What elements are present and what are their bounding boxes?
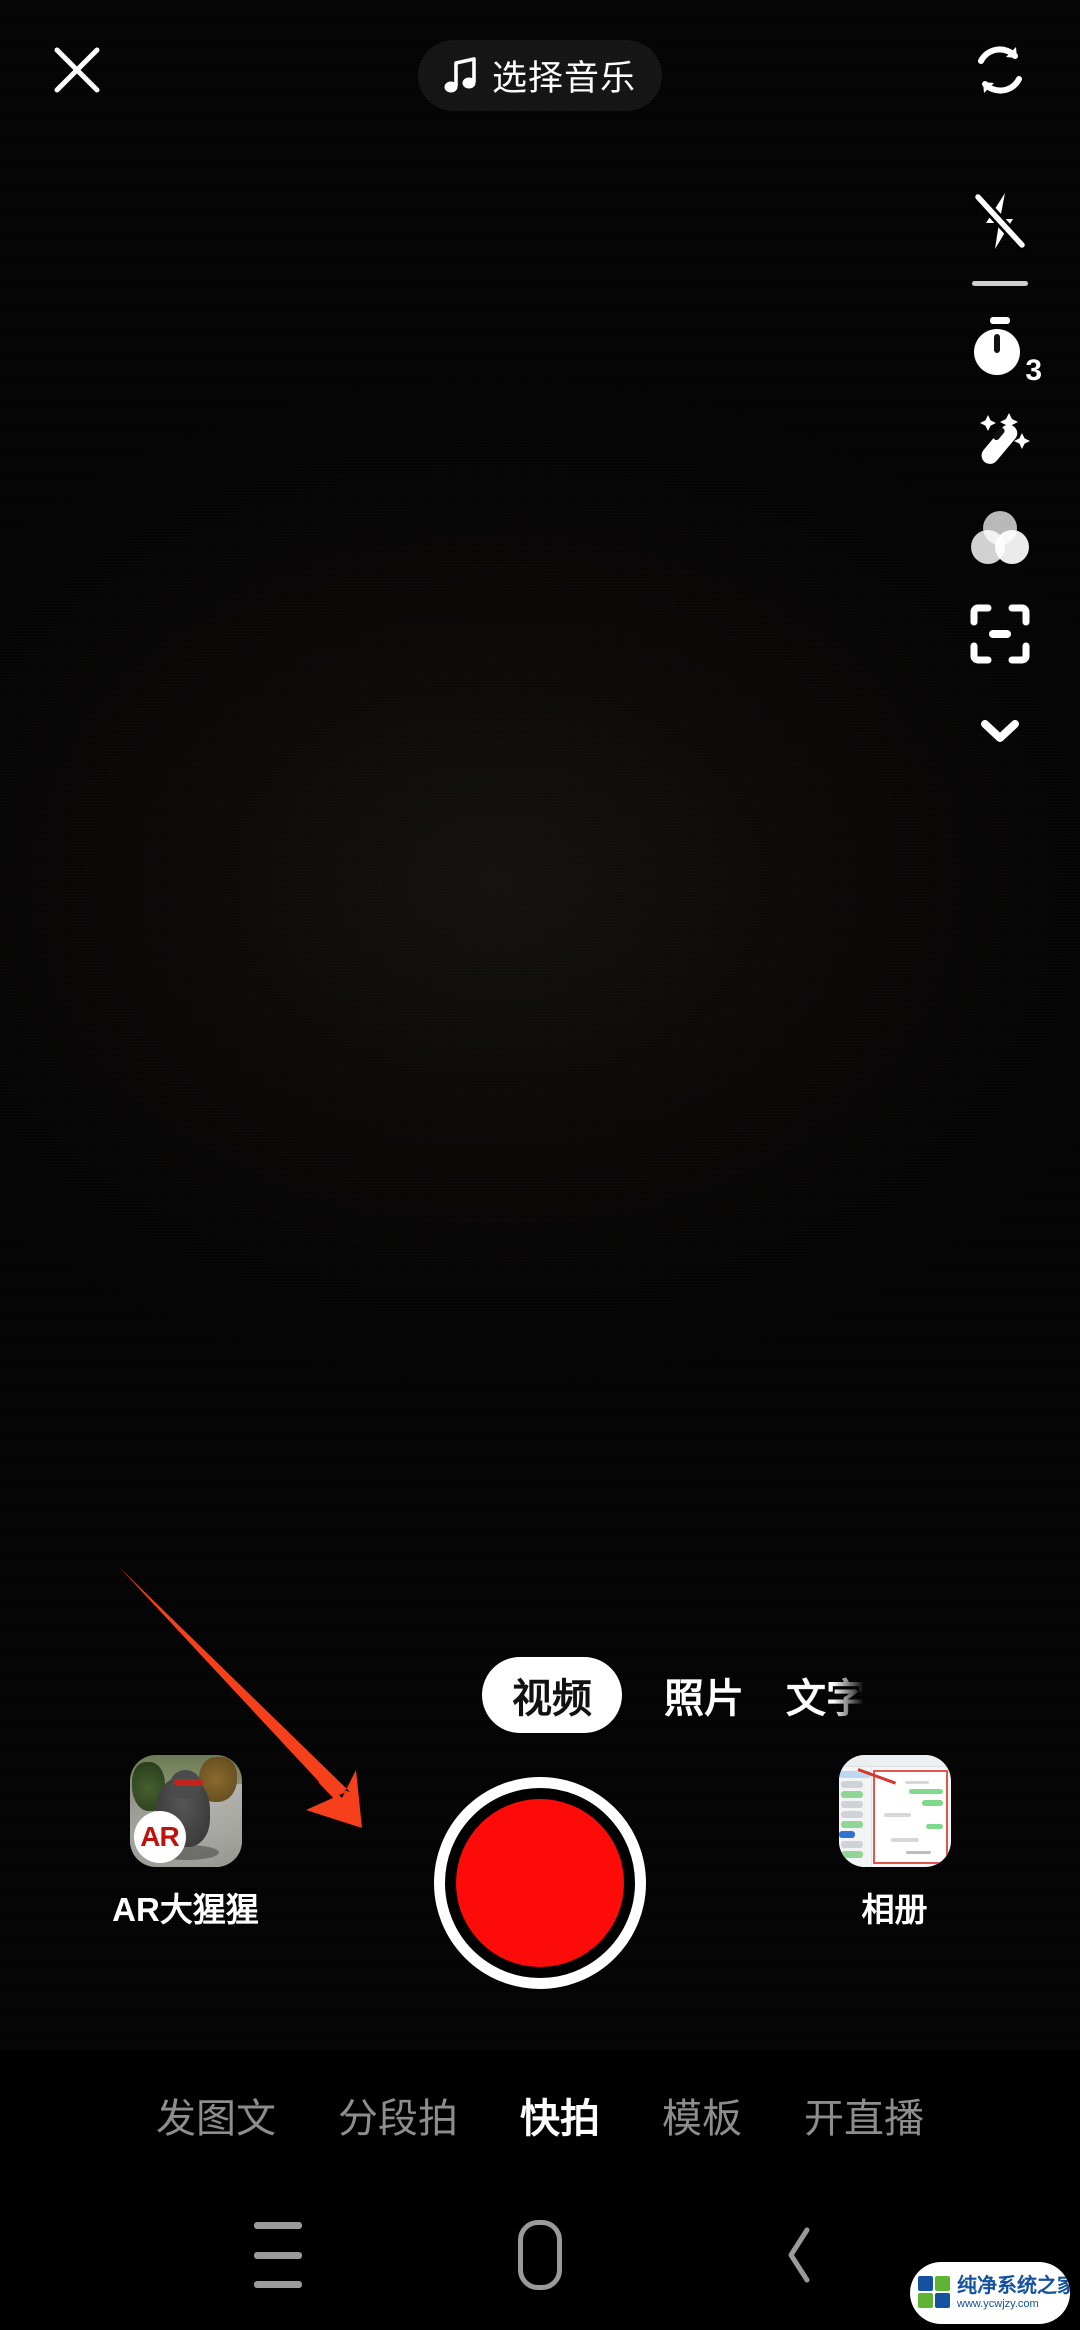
bottom-tab-bar: 发图文 分段拍 快拍 模板 开直播 bbox=[0, 2050, 1080, 2180]
bottom-tab-live[interactable]: 开直播 bbox=[804, 2086, 924, 2144]
beauty-button[interactable] bbox=[954, 396, 1046, 488]
bottom-tab-template[interactable]: 模板 bbox=[662, 2086, 742, 2144]
thumb-sunglasses bbox=[174, 1778, 204, 1787]
thumb-list-row bbox=[841, 1801, 863, 1809]
camera-preview[interactable] bbox=[0, 0, 1080, 2050]
mode-tab-photo[interactable]: 照片 bbox=[664, 1666, 744, 1724]
logo-square-1 bbox=[918, 2276, 933, 2291]
thumb-list-row bbox=[838, 1831, 856, 1839]
mode-switcher: 视频 照片 文字 bbox=[0, 1650, 1080, 1740]
timer-badge: 3 bbox=[1025, 354, 1042, 387]
menu-bar-2 bbox=[254, 2251, 302, 2259]
filter-button[interactable] bbox=[954, 492, 1046, 584]
logo-square-2 bbox=[935, 2276, 950, 2291]
thumb-chat-bubble bbox=[922, 1800, 944, 1806]
timer-icon bbox=[974, 317, 1020, 375]
top-bar: 选择音乐 bbox=[0, 0, 1080, 135]
thumb-chat-bubble bbox=[909, 1788, 944, 1795]
watermark-logo-icon bbox=[918, 2276, 952, 2310]
watermark-url: www.ycwjzy.com bbox=[957, 2298, 1039, 2310]
thumb-list-row bbox=[841, 1811, 863, 1819]
thumb-app-topbar bbox=[838, 1755, 951, 1768]
menu-bar-3 bbox=[254, 2281, 302, 2288]
select-music-label: 选择音乐 bbox=[491, 59, 637, 98]
mode-tab-video[interactable]: 视频 bbox=[482, 1657, 622, 1733]
album-button[interactable]: 相册 bbox=[802, 1755, 987, 1931]
thumb-chat-pane bbox=[873, 1769, 949, 1864]
watermark-title: 纯净系统之家 bbox=[957, 2275, 1070, 2297]
thumb-list-row bbox=[841, 1841, 863, 1849]
bottom-tab-post[interactable]: 发图文 bbox=[156, 2086, 276, 2144]
bottom-tab-segment[interactable]: 分段拍 bbox=[338, 2086, 458, 2144]
back-button[interactable] bbox=[770, 2220, 830, 2290]
select-music-button[interactable]: 选择音乐 bbox=[417, 40, 663, 111]
site-watermark: 纯净系统之家 www.ycwjzy.com bbox=[910, 2262, 1070, 2324]
thumb-list-row bbox=[841, 1851, 863, 1859]
album-thumbnail-image bbox=[838, 1755, 951, 1867]
flip-camera-icon bbox=[978, 46, 1022, 94]
thumb-text-line bbox=[906, 1850, 931, 1855]
capture-row: AR AR大猩猩 相册 bbox=[0, 1755, 1080, 2045]
thumb-list-row bbox=[841, 1821, 863, 1829]
album-thumbnail[interactable] bbox=[838, 1755, 951, 1867]
thumb-text-line bbox=[905, 1780, 930, 1785]
thumb-text-line bbox=[883, 1812, 911, 1817]
close-button[interactable] bbox=[45, 38, 109, 102]
thumb-list-row bbox=[841, 1791, 863, 1799]
effect-button[interactable]: AR AR大猩猩 bbox=[93, 1755, 278, 1931]
album-label: 相册 bbox=[861, 1891, 928, 1928]
toolbar-divider bbox=[972, 281, 1028, 286]
flip-camera-button[interactable] bbox=[960, 30, 1040, 110]
bottom-tab-quick[interactable]: 快拍 bbox=[520, 2086, 600, 2144]
beauty-wand-icon bbox=[980, 413, 1030, 464]
scan-icon bbox=[970, 604, 1030, 664]
effect-thumbnail[interactable]: AR bbox=[129, 1755, 242, 1867]
record-button-inner bbox=[456, 1799, 624, 1967]
home-icon[interactable] bbox=[518, 2220, 562, 2290]
flash-toggle-button[interactable] bbox=[954, 175, 1046, 267]
record-button[interactable] bbox=[434, 1777, 646, 1989]
thumb-text-line bbox=[890, 1838, 920, 1842]
filter-icon bbox=[971, 511, 1029, 564]
ar-badge: AR bbox=[133, 1811, 186, 1863]
thumb-sidebar bbox=[838, 1767, 873, 1867]
flash-off-icon bbox=[972, 191, 1028, 251]
expand-tools-button[interactable] bbox=[954, 684, 1046, 776]
chevron-down-icon bbox=[981, 720, 1019, 742]
menu-icon[interactable] bbox=[238, 2222, 318, 2288]
preview-grain-overlay bbox=[0, 0, 1080, 2050]
scan-button[interactable] bbox=[954, 588, 1046, 680]
right-toolbar: 3 bbox=[954, 175, 1046, 780]
watermark-text: 纯净系统之家 www.ycwjzy.com bbox=[957, 2276, 1070, 2310]
back-icon bbox=[788, 2227, 810, 2283]
timer-button[interactable]: 3 bbox=[954, 300, 1046, 392]
thumb-list-row bbox=[841, 1781, 863, 1789]
thumb-chat-bubble bbox=[926, 1823, 944, 1830]
mode-tab-text[interactable]: 文字 bbox=[786, 1666, 864, 1724]
menu-bar-1 bbox=[254, 2222, 302, 2229]
effect-label: AR大猩猩 bbox=[112, 1891, 259, 1928]
logo-square-4 bbox=[935, 2293, 950, 2308]
logo-square-3 bbox=[918, 2293, 933, 2308]
music-note-icon bbox=[444, 56, 476, 92]
close-icon bbox=[54, 47, 100, 93]
